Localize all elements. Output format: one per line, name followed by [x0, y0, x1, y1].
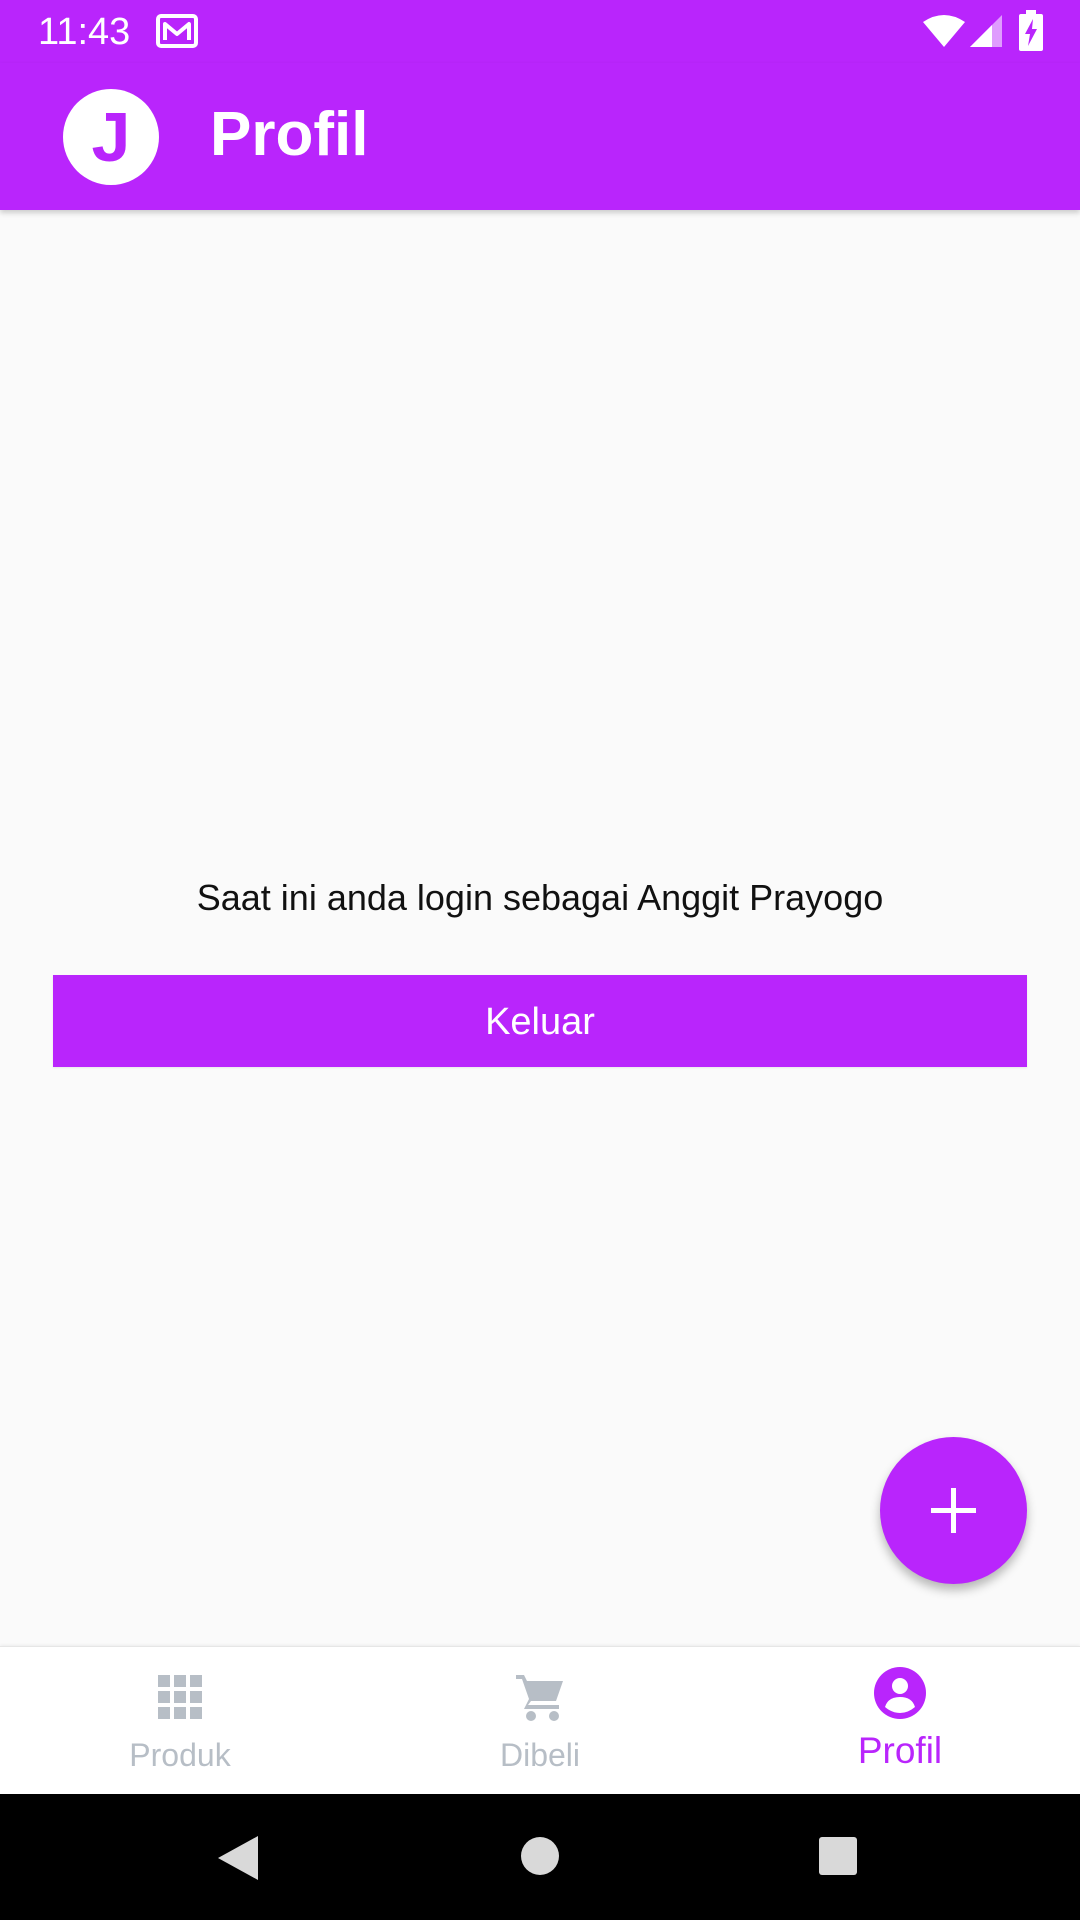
add-button[interactable]	[880, 1437, 1027, 1584]
nav-label-dibeli: Dibeli	[499, 1737, 581, 1773]
back-icon[interactable]	[214, 1834, 260, 1882]
mail-icon	[156, 14, 198, 48]
login-status-text: Saat ini anda login sebagai Anggit Prayo…	[196, 877, 884, 918]
grid-icon	[158, 1675, 202, 1719]
app-bar: J Profil	[0, 63, 1080, 210]
system-navigation-bar	[0, 1794, 1080, 1920]
wifi-icon	[923, 15, 965, 47]
account-icon	[874, 1667, 926, 1719]
signal-icon	[970, 15, 1002, 47]
nav-item-produk[interactable]: Produk	[0, 1647, 360, 1795]
status-time: 11:43	[38, 11, 131, 53]
battery-charging-icon	[1019, 10, 1043, 51]
status-bar: 11:43	[0, 0, 1080, 63]
plus-icon	[931, 1488, 976, 1533]
nav-item-dibeli[interactable]: Dibeli	[360, 1647, 720, 1795]
home-icon[interactable]	[520, 1836, 560, 1876]
nav-label-profil: Profil	[857, 1730, 943, 1771]
recents-icon[interactable]	[818, 1836, 858, 1876]
screen: 11:43 J Profil Saat ini anda login sebag…	[0, 0, 1080, 1920]
nav-item-profil[interactable]: Profil	[720, 1647, 1080, 1795]
avatar: J	[63, 89, 159, 185]
logout-button[interactable]: Keluar	[53, 975, 1027, 1067]
nav-label-produk: Produk	[129, 1737, 231, 1773]
bottom-navigation: Produk Dibeli Profil	[0, 1646, 1080, 1795]
page-title: Profil	[210, 100, 369, 169]
cart-icon	[516, 1675, 563, 1721]
